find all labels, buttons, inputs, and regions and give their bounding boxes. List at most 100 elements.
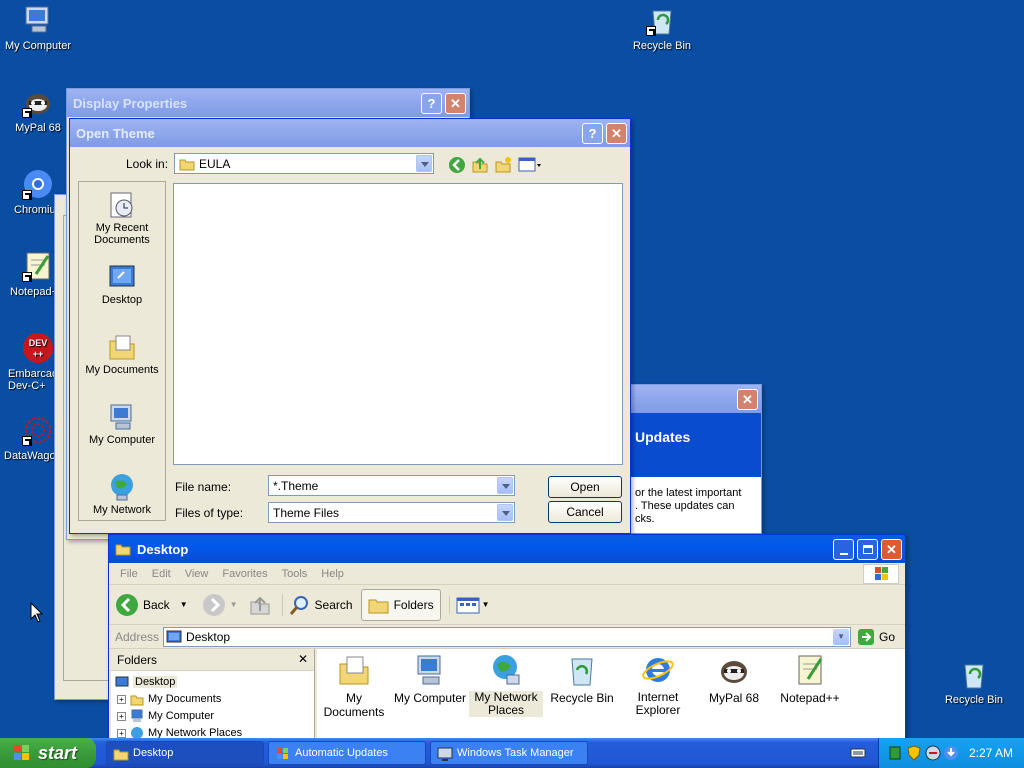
back-button[interactable]: Back ▼: [115, 593, 188, 617]
expand-icon[interactable]: +: [117, 694, 126, 704]
back-label: Back: [143, 597, 170, 612]
chevron-down-icon[interactable]: ▼: [833, 628, 850, 645]
taskbar-item-label: Automatic Updates: [295, 747, 388, 759]
tree-item-desktop[interactable]: Desktop: [115, 675, 178, 689]
item-mypal[interactable]: MyPal 68: [697, 653, 771, 705]
desktop-icon-label: Recycle Bin: [944, 694, 1004, 706]
address-bar-row: Address Desktop ▼ Go: [109, 625, 905, 649]
place-recent-documents[interactable]: My Recent Documents: [81, 190, 163, 246]
windows-logo-icon: [863, 564, 899, 584]
help-button[interactable]: ?: [421, 93, 442, 114]
clock[interactable]: 2:27 AM: [969, 746, 1013, 760]
datawago-icon: [22, 414, 54, 446]
open-button[interactable]: Open: [548, 476, 622, 498]
menu-edit[interactable]: Edit: [145, 568, 178, 580]
taskbar-item-desktop[interactable]: Desktop: [106, 741, 264, 765]
menu-view[interactable]: View: [178, 568, 216, 580]
menu-file[interactable]: File: [113, 568, 145, 580]
tree-item-my-computer[interactable]: + My Computer: [117, 709, 214, 723]
files-of-type-dropdown[interactable]: Theme Files: [268, 502, 515, 523]
computer-icon: [413, 653, 447, 687]
new-folder-icon[interactable]: [494, 156, 512, 174]
views-button[interactable]: ▼: [448, 595, 490, 614]
taskbar-item-task-manager[interactable]: Windows Task Manager: [430, 741, 588, 765]
folders-pane-header: Folders ✕: [111, 649, 314, 671]
file-list[interactable]: [173, 183, 623, 465]
place-label: My Recent Documents: [94, 222, 150, 246]
back-arrow-icon[interactable]: [448, 156, 466, 174]
search-icon: [289, 595, 308, 615]
my-documents-icon: [337, 653, 371, 687]
expand-icon[interactable]: +: [117, 711, 126, 721]
explorer-titlebar[interactable]: Desktop ✕: [109, 535, 905, 563]
up-folder-icon[interactable]: [471, 156, 489, 174]
dialog-title: Open Theme: [76, 125, 155, 141]
display-properties-titlebar[interactable]: Display Properties ? ✕: [67, 89, 469, 117]
chevron-down-icon[interactable]: ▼: [180, 600, 188, 609]
tree-label: My Computer: [148, 710, 215, 722]
desktop-icon: [166, 630, 182, 642]
forward-arrow-icon[interactable]: [202, 593, 226, 617]
go-button[interactable]: Go: [857, 628, 895, 646]
close-button[interactable]: ✕: [881, 539, 902, 560]
item-my-network-places[interactable]: My Network Places: [469, 653, 543, 717]
updates-body-line: or the latest important: [635, 487, 742, 499]
chevron-down-icon[interactable]: ▼: [230, 600, 238, 609]
item-notepadpp[interactable]: Notepad++: [773, 653, 847, 705]
place-my-documents[interactable]: My Documents: [81, 332, 163, 376]
start-button[interactable]: start: [0, 738, 96, 768]
folders-button[interactable]: Folders: [360, 588, 441, 621]
recycle-bin-icon: [565, 653, 599, 687]
address-input[interactable]: Desktop ▼: [163, 626, 852, 647]
place-my-computer[interactable]: My Computer: [81, 402, 163, 446]
item-my-computer[interactable]: My Computer: [393, 653, 467, 705]
address-value: Desktop: [186, 629, 231, 644]
item-my-documents[interactable]: My Documents: [317, 653, 391, 719]
menu-favorites[interactable]: Favorites: [215, 568, 274, 580]
network-globe-icon: [107, 472, 137, 502]
expand-icon[interactable]: +: [117, 728, 126, 738]
tree-item-my-documents[interactable]: + My Documents: [117, 692, 221, 706]
file-name-input[interactable]: *.Theme: [268, 475, 515, 496]
security-shield-icon[interactable]: [907, 745, 921, 761]
up-folder-icon[interactable]: [248, 593, 272, 617]
menu-tools[interactable]: Tools: [275, 568, 315, 580]
files-of-type-value: Theme Files: [273, 505, 340, 520]
help-button[interactable]: ?: [582, 123, 603, 144]
close-button[interactable]: ✕: [606, 123, 627, 144]
desktop-icon-recycle-bin-top[interactable]: Recycle Bin: [624, 4, 700, 52]
maximize-button[interactable]: [857, 539, 878, 560]
item-recycle-bin[interactable]: Recycle Bin: [545, 653, 619, 705]
minimize-button[interactable]: [833, 539, 854, 560]
view-menu-icon[interactable]: [518, 156, 542, 174]
chevron-down-icon[interactable]: [497, 504, 513, 521]
folder-icon: [179, 159, 195, 170]
raccoon-icon: [717, 653, 751, 687]
menu-help[interactable]: Help: [314, 568, 351, 580]
folder-icon: [115, 544, 131, 556]
taskbar-item-automatic-updates[interactable]: Automatic Updates: [268, 741, 426, 765]
cancel-button[interactable]: Cancel: [548, 501, 622, 523]
tray-icon-green[interactable]: [889, 746, 901, 760]
place-my-network[interactable]: My Network: [81, 472, 163, 516]
item-internet-explorer[interactable]: Internet Explorer: [621, 653, 695, 717]
windows-update-tray-icon[interactable]: [943, 745, 959, 761]
files-of-type-label: Files of type:: [175, 506, 244, 520]
go-label: Go: [879, 629, 896, 644]
desktop-icon-my-computer[interactable]: My Computer: [0, 4, 76, 52]
address-label: Address: [115, 629, 160, 644]
close-icon[interactable]: ✕: [298, 652, 308, 666]
keyboard-icon[interactable]: [850, 747, 866, 759]
chevron-down-icon[interactable]: [416, 155, 432, 172]
notepad-plus-icon: [22, 250, 54, 282]
place-desktop[interactable]: Desktop: [81, 262, 163, 306]
close-button[interactable]: ✕: [737, 389, 758, 410]
network-status-icon[interactable]: [925, 745, 941, 761]
look-in-dropdown[interactable]: EULA: [174, 153, 434, 174]
close-button[interactable]: ✕: [445, 93, 466, 114]
desktop-icon-recycle-bin[interactable]: Recycle Bin: [936, 658, 1012, 706]
search-button[interactable]: Search: [281, 593, 353, 616]
desktop-icon-mypal[interactable]: MyPal 68: [0, 86, 76, 134]
chevron-down-icon[interactable]: [497, 477, 513, 494]
open-theme-titlebar[interactable]: Open Theme ? ✕: [70, 119, 630, 147]
